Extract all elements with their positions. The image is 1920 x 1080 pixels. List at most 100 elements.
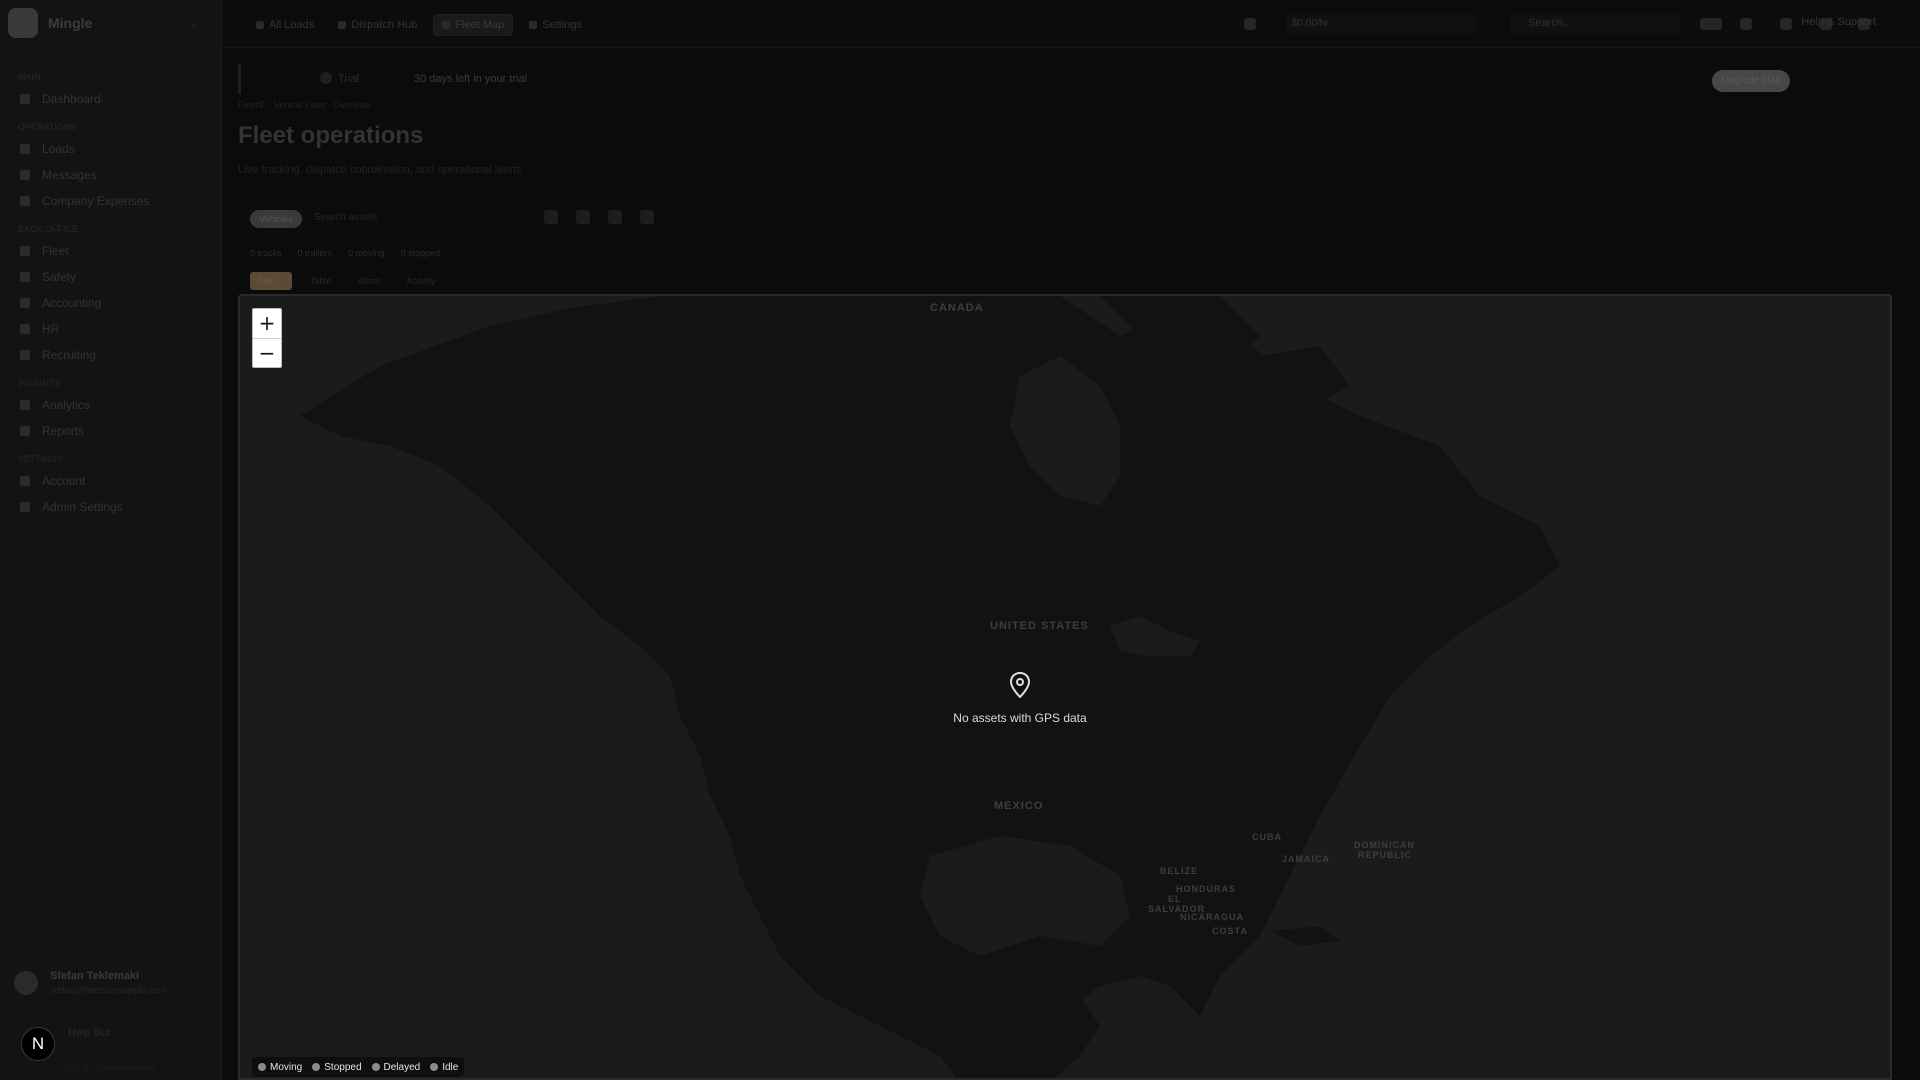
legend-item-delayed: Delayed — [371, 1061, 421, 1073]
map-label-mexico: MEXICO — [994, 800, 1044, 812]
tab-label: Fleet Map — [455, 19, 505, 31]
view-tab-table[interactable]: Table — [302, 273, 340, 289]
tab-fleet-map[interactable]: Fleet Map — [433, 14, 514, 36]
theme-icon[interactable] — [1244, 18, 1256, 30]
tab-settings[interactable]: Settings — [521, 14, 590, 36]
asset-search-input[interactable]: Search assets — [314, 212, 377, 223]
legend-item-stopped: Stopped — [312, 1061, 362, 1073]
map-legend: Moving Stopped Delayed Idle — [252, 1057, 465, 1077]
stat-item: 0 moving — [348, 248, 385, 258]
tab-icon — [529, 21, 538, 29]
sidebar-item-fleet[interactable]: Fleet — [0, 238, 222, 264]
map-label-canada: CANADA — [930, 302, 984, 314]
page-title: Fleet operations — [238, 122, 424, 149]
settings-icon[interactable] — [640, 210, 654, 224]
top-tabs: All Loads Dispatch Hub Fleet Map Settings — [248, 14, 590, 36]
topbar: All Loads Dispatch Hub Fleet Map Settings $… — [222, 0, 1920, 48]
banner-label: Trial — [338, 73, 359, 85]
dashboard-icon — [20, 94, 30, 104]
map-label-belize: BELIZE — [1160, 866, 1199, 876]
fleet-stats: 0 trucks 0 trailers 0 moving 0 stopped — [250, 248, 440, 258]
sidebar-item-label: Account — [42, 474, 86, 488]
legend-dot — [371, 1063, 380, 1071]
sidebar-nav: Main Dashboard Operations Loads Messages Comp… — [0, 62, 222, 520]
tab-icon — [442, 21, 451, 29]
help-support-link[interactable]: Help & Support — [1801, 16, 1876, 28]
sidebar-item-analytics[interactable]: Analytics — [0, 392, 222, 418]
collapse-sidebar-button[interactable]: ‹ — [192, 18, 196, 32]
sidebar-item-label: Safety — [42, 270, 77, 284]
sidebar-item-label: Dashboard — [42, 92, 101, 106]
edit-icon[interactable] — [576, 210, 590, 224]
sidebar-item-company-expenses[interactable]: Company Expenses — [0, 188, 222, 214]
banner-text: 30 days left in your trial — [414, 73, 528, 85]
layers-icon[interactable] — [608, 210, 622, 224]
legend-item-idle: Idle — [430, 1062, 458, 1073]
list-icon[interactable] — [544, 210, 558, 224]
admin-settings-icon — [20, 502, 30, 512]
nav-section-title: Main — [18, 72, 41, 82]
view-tabs: Map Table Alerts Activity — [250, 272, 443, 290]
legend-label: Idle — [442, 1061, 459, 1073]
brand-name: Mingle — [48, 15, 93, 31]
sidebar-item-hr[interactable]: HR — [0, 316, 222, 342]
sidebar-item-label: Company Expenses — [42, 194, 150, 208]
sidebar-item-safety[interactable]: Safety — [0, 264, 222, 290]
user-email: stefan@fleetco.example.com — [50, 985, 167, 995]
empty-state: No assets with GPS data — [890, 672, 1150, 725]
filter-icon[interactable] — [1740, 18, 1752, 30]
legend-label: Moving — [270, 1061, 303, 1073]
search-input[interactable]: Search... — [1510, 14, 1680, 34]
zoom-control: + − — [252, 308, 282, 368]
zoom-out-button[interactable]: − — [253, 338, 281, 367]
sidebar-item-label: Reports — [42, 424, 85, 438]
grid-icon[interactable] — [1780, 18, 1792, 30]
brand[interactable]: Mingle — [8, 8, 92, 38]
nav-section-title: Settings — [18, 454, 64, 464]
sidebar-item-label: HR — [42, 322, 60, 336]
user-menu[interactable]: Stefan Teklemaki stefan@fleetco.example.… — [14, 970, 166, 995]
vehicles-toggle[interactable]: Vehicles — [250, 210, 302, 228]
sidebar-item-label: Loads — [42, 142, 75, 156]
sidebar-item-account[interactable]: Account — [0, 468, 222, 494]
breadcrumb: Fleet/F · Vehicle Fleet · Overview — [238, 100, 372, 110]
fleet-map[interactable]: + − CANADA UNITED STATES MEXICO CUBA JAM… — [238, 294, 1892, 1080]
upgrade-button[interactable]: Upgrade plan — [1712, 70, 1790, 92]
sidebar-item-label: Accounting — [42, 296, 102, 310]
map-label-nicaragua: NICARAGUA — [1180, 912, 1244, 922]
loads-icon — [20, 144, 30, 154]
legend-label: Delayed — [383, 1061, 421, 1073]
safety-icon — [20, 272, 30, 282]
recruiting-icon — [20, 350, 30, 360]
help-bot-link[interactable]: Help Bot — [68, 1027, 110, 1039]
view-tab-activity[interactable]: Activity — [399, 273, 444, 289]
wallet-display[interactable]: $0.00/hr — [1286, 14, 1476, 34]
sidebar-item-messages[interactable]: Messages — [0, 162, 222, 188]
topbar-right: $0.00/hr Search... Help & Support — [1120, 10, 1920, 38]
hr-icon — [20, 324, 30, 334]
accounting-icon — [20, 298, 30, 308]
legend-label: Stopped — [324, 1061, 362, 1073]
map-label-honduras: HONDURAS — [1176, 884, 1237, 894]
page-subtitle: Live tracking, dispatch coordination, an… — [238, 164, 522, 176]
sidebar-item-recruiting[interactable]: Recruiting — [0, 342, 222, 368]
empty-message: No assets with GPS data — [953, 711, 1087, 725]
stat-item: 0 trucks — [250, 248, 282, 258]
map-pin-icon — [1009, 672, 1031, 698]
tab-all-loads[interactable]: All Loads — [248, 14, 322, 36]
map-label-dominican: DOMINICAN — [1354, 840, 1415, 850]
map-label-republic: REPUBLIC — [1358, 850, 1413, 860]
view-tab-map[interactable]: Map — [250, 272, 292, 290]
sidebar-item-loads[interactable]: Loads — [0, 136, 222, 162]
zoom-in-button[interactable]: + — [253, 309, 281, 338]
avatar — [14, 970, 38, 995]
view-tab-alerts[interactable]: Alerts — [350, 273, 389, 289]
sidebar-item-accounting[interactable]: Accounting — [0, 290, 222, 316]
sidebar-item-admin-settings[interactable]: Admin Settings — [0, 494, 222, 520]
next-badge-button[interactable]: N — [21, 1027, 55, 1061]
keyboard-icon[interactable] — [1700, 18, 1722, 30]
sidebar-item-reports[interactable]: Reports — [0, 418, 222, 444]
sidebar-item-dashboard[interactable]: Dashboard — [0, 86, 222, 112]
tab-dispatch-hub[interactable]: Dispatch Hub — [330, 14, 425, 36]
sidebar: Mingle ‹ Main Dashboard Operations Loads Mes… — [0, 0, 222, 1080]
